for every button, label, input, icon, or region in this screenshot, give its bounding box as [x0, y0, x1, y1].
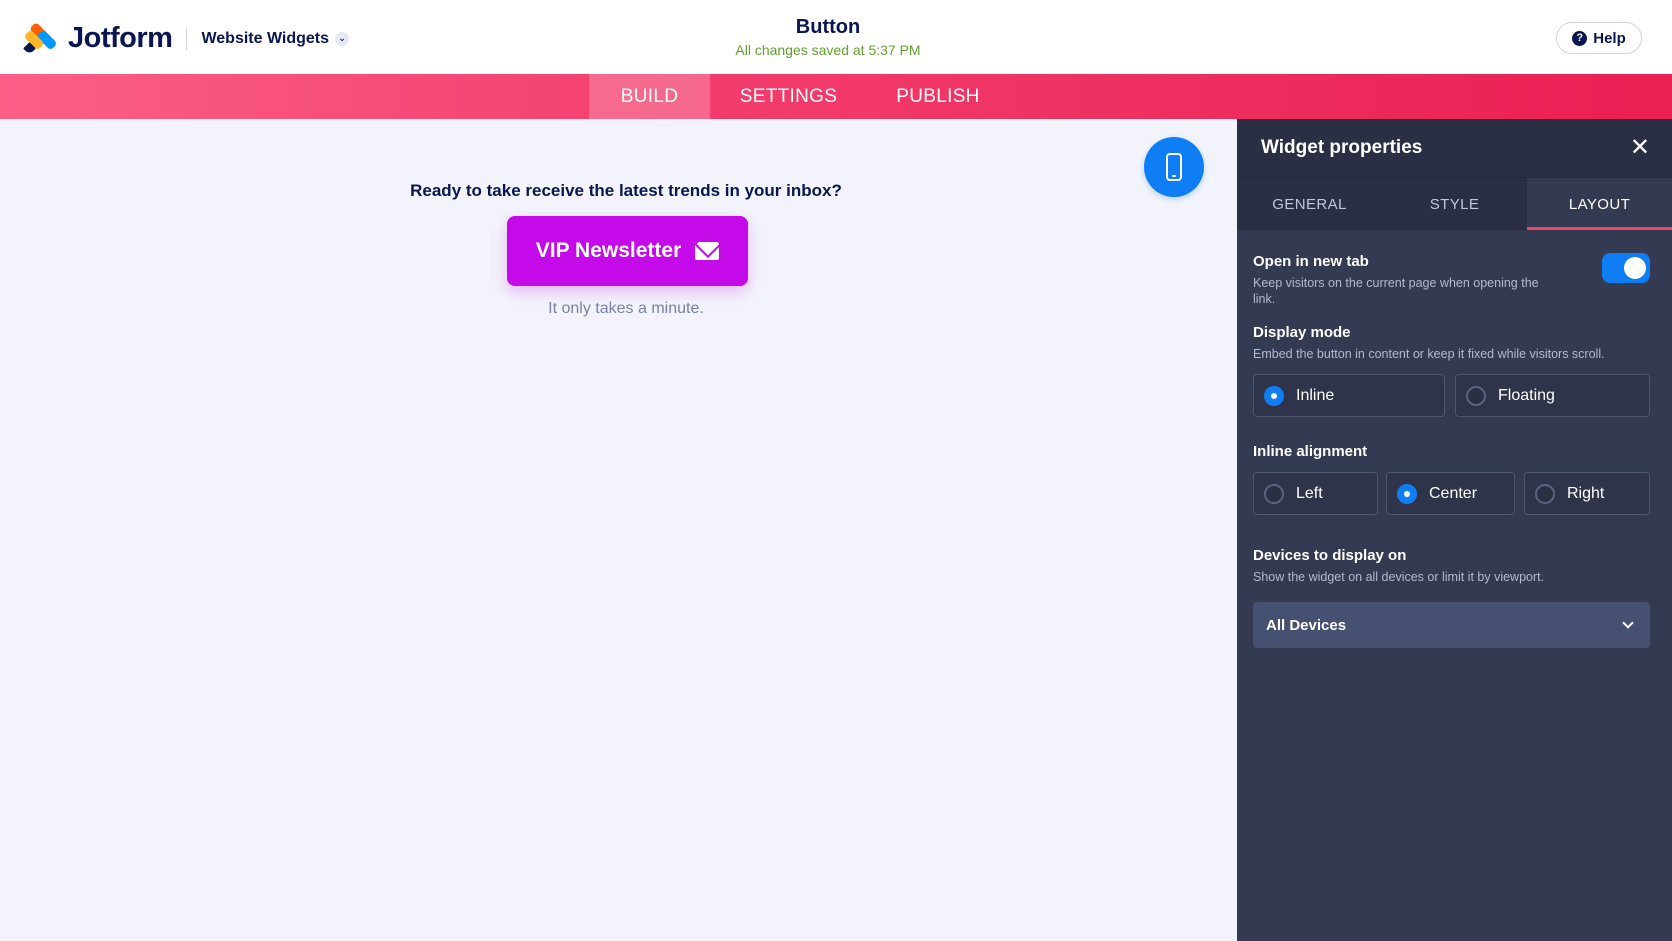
radio-empty-icon: [1535, 483, 1555, 504]
close-icon[interactable]: ✕: [1630, 136, 1650, 160]
tab-general[interactable]: GENERAL: [1237, 178, 1382, 230]
toggle-knob: [1624, 257, 1646, 279]
devices-selected-value: All Devices: [1266, 616, 1347, 634]
jotform-logo-icon: [23, 21, 58, 55]
widget-heading: Ready to take receive the latest trends …: [410, 181, 842, 200]
help-icon: ?: [1572, 30, 1588, 46]
document-title-area: Button All changes saved at 5:37 PM: [660, 16, 996, 58]
top-header: Jotform Website Widgets ⌄ Button All cha…: [0, 0, 1672, 74]
display-mode-floating-option[interactable]: Floating: [1455, 374, 1650, 417]
tab-layout[interactable]: LAYOUT: [1527, 178, 1672, 230]
device-preview-button[interactable]: [1144, 137, 1204, 197]
tab-settings[interactable]: SETTINGS: [710, 74, 867, 119]
vip-button-label: VIP Newsletter: [535, 239, 682, 262]
builder-nav: BUILD SETTINGS PUBLISH: [0, 74, 1672, 119]
mobile-phone-icon: [1166, 153, 1182, 181]
document-title[interactable]: Button: [660, 16, 996, 39]
panel-header: Widget properties ✕: [1237, 119, 1672, 177]
jotform-logo[interactable]: Jotform Website Widgets ⌄: [23, 21, 350, 55]
option-label: Center: [1429, 484, 1478, 502]
open-new-tab-setting: Open in new tab Keep visitors on the cur…: [1253, 253, 1650, 307]
display-mode-setting: Display mode Embed the button in content…: [1253, 324, 1650, 362]
widget-properties-panel: Widget properties ✕ GENERAL STYLE LAYOUT…: [1237, 119, 1672, 941]
widget-subtext: It only takes a minute.: [548, 300, 704, 317]
display-mode-description: Embed the button in content or keep it f…: [1253, 347, 1605, 361]
option-label: Right: [1567, 484, 1605, 502]
envelope-icon: [695, 242, 720, 260]
workspace-menu-label: Website Widgets: [201, 29, 330, 47]
tab-publish[interactable]: PUBLISH: [867, 74, 1009, 119]
option-label: Inline: [1296, 386, 1335, 404]
radio-empty-icon: [1264, 483, 1284, 504]
devices-select[interactable]: All Devices: [1253, 602, 1650, 648]
tab-build[interactable]: BUILD: [589, 74, 710, 119]
open-new-tab-toggle[interactable]: [1602, 253, 1650, 283]
panel-title: Widget properties: [1261, 137, 1423, 158]
display-mode-label: Display mode: [1253, 324, 1351, 341]
tab-style[interactable]: STYLE: [1382, 178, 1527, 230]
panel-tabs: GENERAL STYLE LAYOUT: [1237, 177, 1672, 230]
alignment-right-option[interactable]: Right: [1524, 472, 1650, 515]
option-label: Floating: [1498, 386, 1555, 404]
open-new-tab-label: Open in new tab: [1253, 253, 1369, 270]
help-label: Help: [1593, 29, 1626, 47]
save-status: All changes saved at 5:37 PM: [735, 42, 921, 58]
display-mode-inline-option[interactable]: Inline: [1253, 374, 1445, 417]
header-divider: [186, 27, 188, 50]
devices-description: Show the widget on all devices or limit …: [1253, 570, 1545, 584]
devices-setting: Devices to display on Show the widget on…: [1253, 547, 1650, 585]
open-new-tab-description: Keep visitors on the current page when o…: [1253, 276, 1539, 306]
radio-empty-icon: [1466, 385, 1486, 406]
option-label: Left: [1296, 484, 1323, 502]
alignment-left-option[interactable]: Left: [1253, 472, 1378, 515]
alignment-center-option[interactable]: Center: [1386, 472, 1515, 515]
chevron-down-icon: [1622, 617, 1634, 629]
brand-name: Jotform: [68, 22, 173, 54]
inline-alignment-label: Inline alignment: [1253, 443, 1368, 460]
radio-selected-icon: [1397, 483, 1417, 504]
chevron-down-icon: ⌄: [335, 31, 350, 46]
vip-newsletter-button[interactable]: VIP Newsletter: [507, 216, 748, 286]
radio-selected-icon: [1264, 385, 1284, 406]
workspace-menu[interactable]: Website Widgets ⌄: [201, 29, 350, 48]
inline-alignment-setting: Inline alignment: [1253, 443, 1650, 460]
help-button[interactable]: ? Help: [1556, 22, 1642, 54]
devices-label: Devices to display on: [1253, 547, 1407, 564]
